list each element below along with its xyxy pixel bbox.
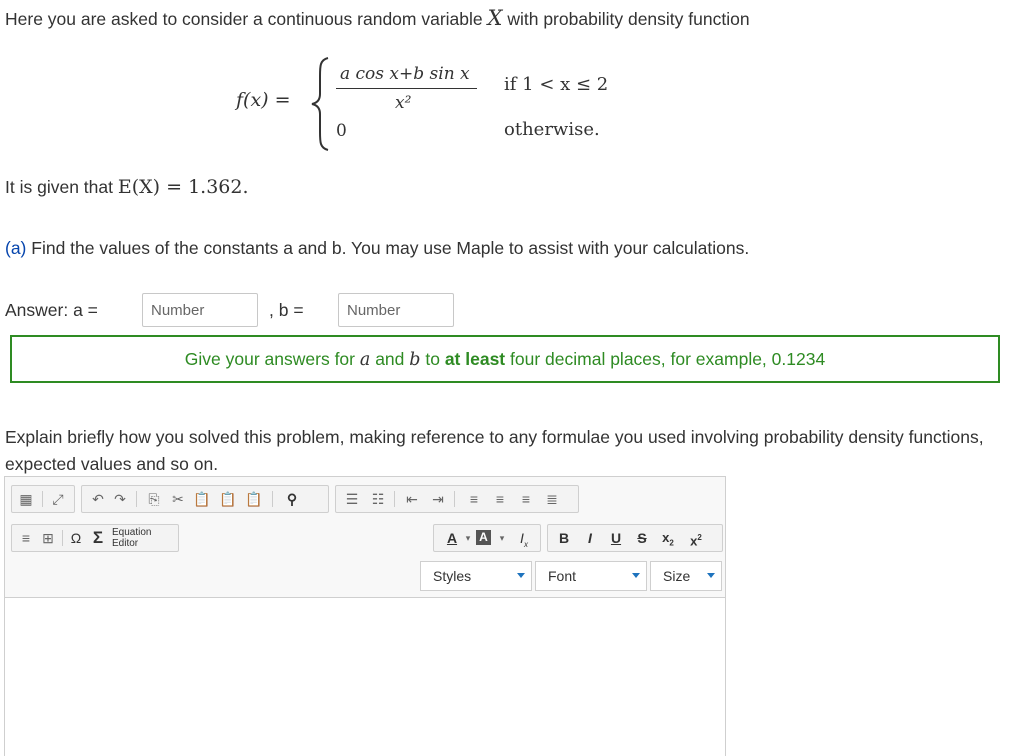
size-dropdown-icon	[707, 573, 715, 578]
redo-icon[interactable]: ↷	[110, 489, 130, 509]
text-color-dropdown-icon[interactable]: ▾	[458, 528, 478, 548]
part-a-text: Find the values of the constants a and b…	[31, 238, 750, 258]
underline-icon[interactable]: U	[606, 528, 626, 548]
toolbar-group-basicstyles: B I U S x2 x2	[547, 524, 723, 552]
paste-text-icon[interactable]: 📋	[218, 489, 238, 509]
horizontal-rule-icon[interactable]: ≡	[16, 528, 36, 548]
paste-word-icon[interactable]: 📋	[244, 489, 264, 509]
pdf-condition-1: if 1 < x ≤ 2	[504, 74, 609, 95]
undo-icon[interactable]: ↶	[88, 489, 108, 509]
bold-icon[interactable]: B	[554, 528, 574, 548]
font-dropdown-icon	[632, 573, 640, 578]
answer-a-input[interactable]	[142, 293, 258, 327]
pdf-numerator: a cos x+b sin x	[340, 64, 470, 84]
toolbar-group-paragraph: ☰ ☷ ⇤ ⇥ ≡ ≡ ≡ ≣	[335, 485, 579, 513]
explain-prompt: Explain briefly how you solved this prob…	[5, 427, 984, 474]
bulleted-list-icon[interactable]: ☷	[368, 489, 388, 509]
styles-combo[interactable]: Styles	[420, 561, 532, 591]
source-icon[interactable]: ▦	[16, 489, 36, 509]
find-icon[interactable]: ⚲	[282, 489, 302, 509]
table-icon[interactable]: ⊞	[38, 528, 58, 548]
align-right-icon[interactable]: ≡	[516, 489, 536, 509]
align-justify-icon[interactable]: ≣	[542, 489, 562, 509]
font-combo[interactable]: Font	[535, 561, 647, 591]
pdf-denominator: x²	[395, 93, 412, 113]
pdf-lhs: f(x) =	[236, 89, 291, 111]
toolbar-group-view: ▦ ⤢	[11, 485, 75, 513]
subscript-icon[interactable]: x2	[658, 528, 678, 548]
superscript-icon[interactable]: x2	[686, 528, 706, 548]
numbered-list-icon[interactable]: ☰	[342, 489, 362, 509]
remove-format-icon[interactable]: Ix	[514, 528, 534, 549]
editor-toolbar: ▦ ⤢ ↶ ↷ ⎘ ✂ 📋 📋 📋 ⚲ ☰ ☷ ⇤ ⇥ ≡ ≡ ≡ ≣ ≡ ⊞ …	[5, 477, 725, 597]
maximize-icon[interactable]: ⤢	[48, 489, 68, 509]
background-color-icon[interactable]: A	[476, 530, 491, 545]
bg-color-dropdown-icon[interactable]: ▾	[492, 528, 512, 548]
answer-row: Answer: a = , b =	[5, 293, 465, 329]
part-a-question: (a) Find the values of the constants a a…	[5, 238, 749, 259]
given-statement: It is given that E(X) = 1.362.	[5, 176, 249, 198]
strike-icon[interactable]: S	[632, 528, 652, 548]
equation-editor-button[interactable]: Equation Editor	[112, 527, 151, 549]
copy-icon[interactable]: ⎘	[144, 489, 164, 509]
cut-icon[interactable]: ✂	[168, 489, 188, 509]
editor-text-area[interactable]	[5, 597, 725, 756]
styles-dropdown-icon	[517, 573, 525, 578]
align-left-icon[interactable]: ≡	[464, 489, 484, 509]
paste-icon[interactable]: 📋	[192, 489, 212, 509]
fraction-bar	[336, 88, 477, 89]
intro-text: Here you are asked to consider a continu…	[5, 6, 750, 30]
italic-icon[interactable]: I	[580, 528, 600, 548]
toolbar-group-insert: ≡ ⊞ Ω Σ Equation Editor	[11, 524, 179, 552]
toolbar-group-colors: A ▾ A ▾ Ix	[433, 524, 541, 552]
left-brace	[311, 57, 329, 151]
rich-text-editor: ▦ ⤢ ↶ ↷ ⎘ ✂ 📋 📋 📋 ⚲ ☰ ☷ ⇤ ⇥ ≡ ≡ ≡ ≣ ≡ ⊞ …	[4, 476, 726, 756]
part-a-label: (a)	[5, 238, 27, 258]
sigma-icon[interactable]: Σ	[88, 528, 108, 548]
hint-box: Give your answers for a and b to at leas…	[10, 335, 1000, 383]
pdf-condition-2: otherwise.	[504, 119, 600, 140]
answer-a-label: Answer: a =	[5, 300, 98, 320]
outdent-icon[interactable]: ⇤	[402, 489, 422, 509]
special-char-icon[interactable]: Ω	[66, 528, 86, 548]
align-center-icon[interactable]: ≡	[490, 489, 510, 509]
toolbar-group-clipboard: ↶ ↷ ⎘ ✂ 📋 📋 📋 ⚲	[81, 485, 329, 513]
size-combo[interactable]: Size	[650, 561, 722, 591]
answer-b-input[interactable]	[338, 293, 454, 327]
answer-b-label: , b =	[269, 300, 304, 320]
indent-icon[interactable]: ⇥	[428, 489, 448, 509]
pdf-zero-value: 0	[336, 121, 347, 141]
